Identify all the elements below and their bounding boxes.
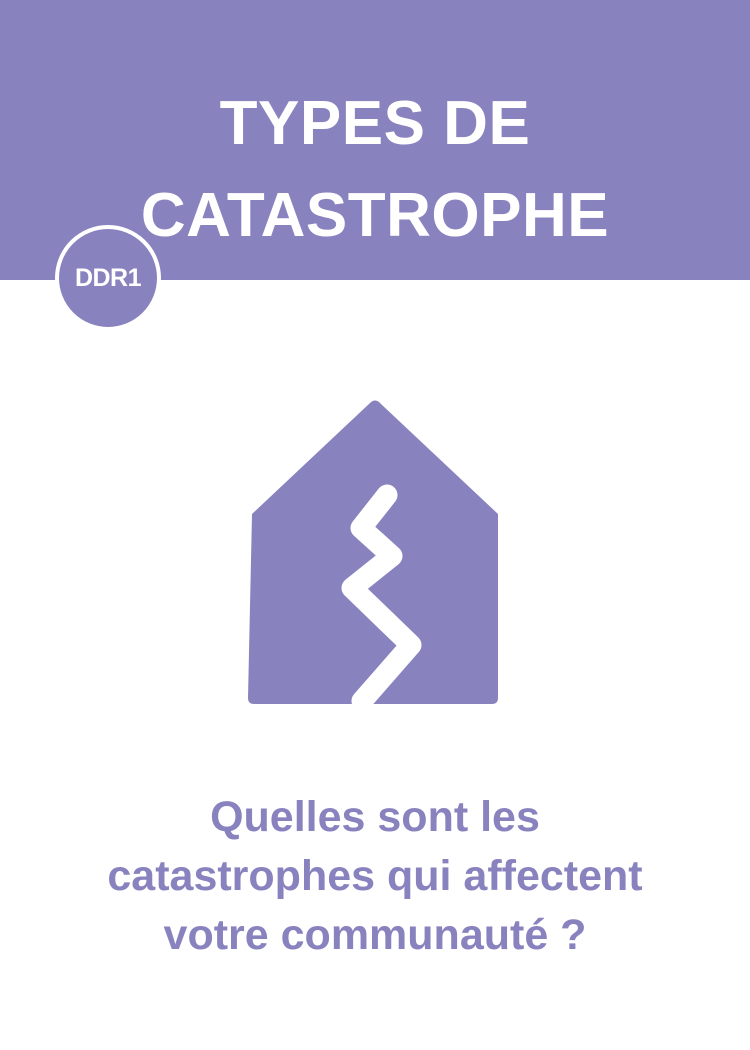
question-line-2: catastrophes qui affectent [107,852,643,900]
question-text: Quelles sont les catastrophes qui affect… [0,788,750,965]
card-title-line-1: TYPES DE [219,89,531,158]
card-code-badge: DDR1 [55,225,161,331]
question-line-1: Quelles sont les [210,793,540,841]
question-line-3: votre communauté ? [163,911,587,959]
card-code-label: DDR1 [74,263,142,292]
house-earthquake-crack-icon [248,400,498,706]
